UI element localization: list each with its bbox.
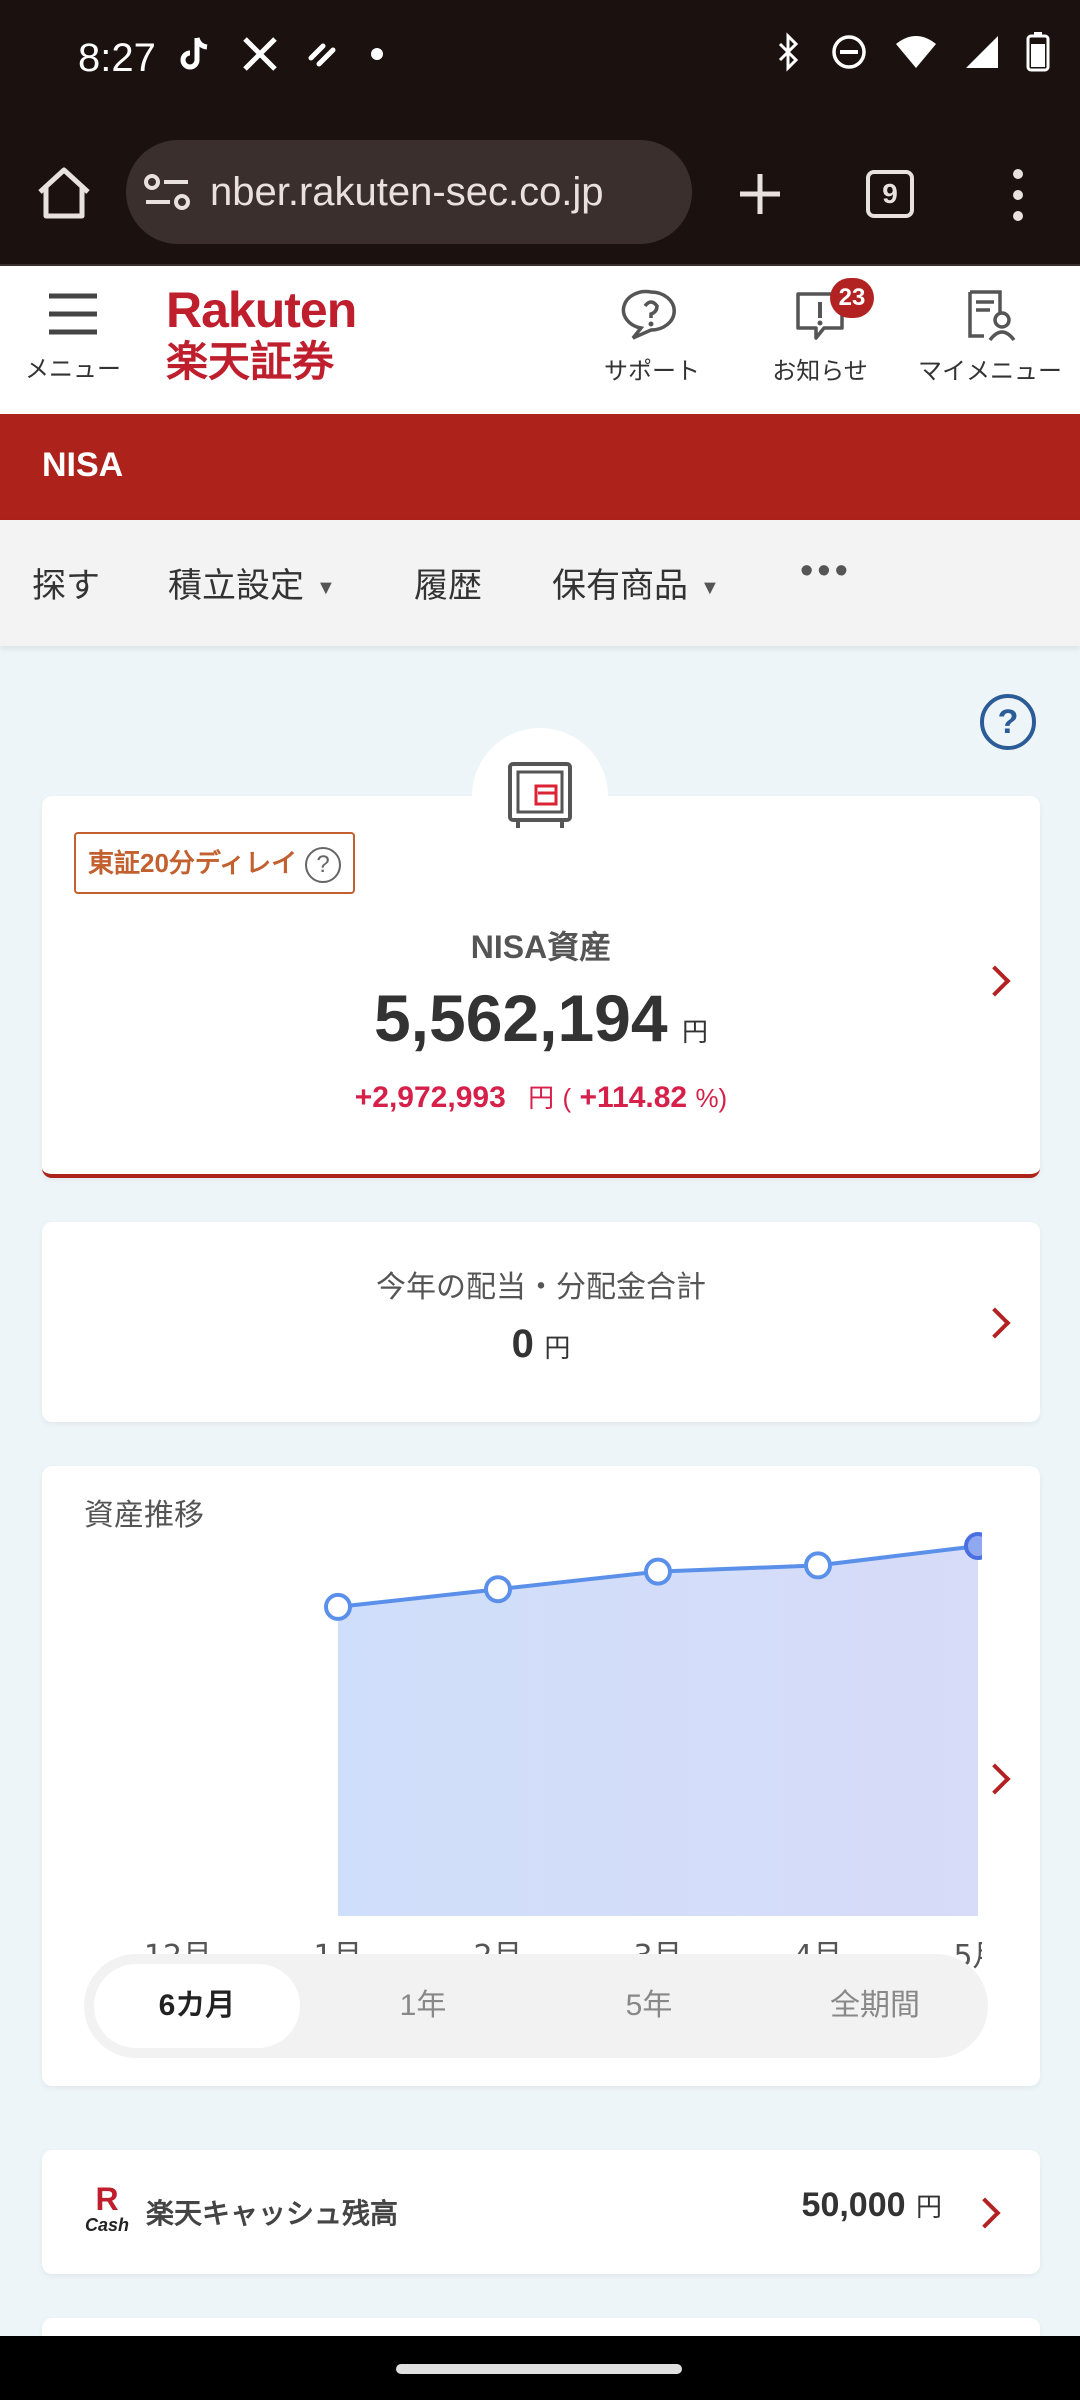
dividend-amount-row: 0 円	[42, 1322, 1040, 1367]
url-bar[interactable]: nber.rakuten-sec.co.jp	[126, 140, 692, 244]
logo-rakuten: Rakuten	[166, 282, 357, 338]
nav-item-search[interactable]: 探す	[32, 558, 100, 607]
nav-item-holdings[interactable]: 保有商品 ▼	[552, 558, 720, 607]
cash-unit: 円	[915, 2192, 942, 2222]
nav-item-history[interactable]: 履歴	[414, 558, 482, 607]
mymenu-label: マイメニュー	[918, 358, 1062, 385]
status-time: 8:27	[78, 36, 156, 80]
dividend-unit: 円	[544, 1333, 571, 1363]
chevron-right-icon[interactable]	[969, 2197, 1001, 2229]
section-title-bar: NISA	[0, 414, 1080, 520]
chart-point[interactable]	[324, 1592, 352, 1621]
nav-item-auto-invest[interactable]: 積立設定 ▼	[168, 558, 336, 607]
logo-securities: 楽天証券	[166, 337, 335, 386]
hamburger-icon	[49, 293, 97, 335]
dividend-card[interactable]: 今年の配当・分配金合計 0 円	[42, 1222, 1040, 1422]
nav-item-label: 探す	[32, 567, 100, 605]
chart-point[interactable]	[644, 1557, 672, 1586]
help-icon[interactable]: ?	[980, 694, 1036, 750]
chart-area	[338, 1546, 978, 1916]
cash-amount: 50,000	[801, 2186, 906, 2224]
chart-point[interactable]	[804, 1551, 832, 1580]
safe-icon-badge	[472, 728, 608, 864]
asset-trend-chart[interactable]: 12月1月2月3月4月5月	[42, 1526, 982, 1986]
caret-down-icon: ▼	[316, 576, 336, 599]
tab-1-year[interactable]: 1年	[320, 1964, 526, 2048]
more-options-icon[interactable]	[1004, 166, 1032, 224]
nav-item-label: 積立設定	[168, 567, 304, 605]
url-text: nber.rakuten-sec.co.jp	[210, 170, 604, 214]
bluetooth-icon	[778, 32, 799, 72]
wifi-icon	[896, 36, 936, 68]
cash-logo-r: R	[95, 2181, 119, 2217]
status-bar: 8:27	[0, 0, 1080, 120]
tab-all-period[interactable]: 全期間	[772, 1964, 978, 2048]
app-icon	[308, 43, 336, 67]
cash-amount-row: 50,000 円	[802, 2186, 942, 2225]
support-button[interactable]: サポート	[592, 288, 712, 386]
rakuten-cash-card[interactable]: R Cash 楽天キャッシュ残高 50,000 円	[42, 2150, 1040, 2274]
mymenu-icon	[968, 290, 1016, 342]
support-icon	[621, 289, 676, 340]
battery-icon	[1026, 32, 1050, 72]
cash-title: 楽天キャッシュ残高	[146, 2197, 399, 2230]
tiktok-icon	[180, 37, 208, 70]
nav-item-label: 保有商品	[552, 567, 688, 605]
tab-5-years[interactable]: 5年	[546, 1964, 752, 2048]
asset-title: NISA資産	[470, 929, 612, 965]
sub-navigation: 探す 積立設定 ▼ 履歴 保有商品 ▼ •••	[0, 520, 1080, 646]
signal-icon	[966, 36, 998, 68]
asset-change-paren: (	[562, 1083, 572, 1113]
browser-toolbar: nber.rakuten-sec.co.jp 9	[0, 120, 1080, 266]
notice-badge: 23	[830, 278, 874, 318]
system-nav-bar	[0, 2336, 1080, 2400]
menu-button[interactable]: メニュー	[18, 292, 128, 384]
asset-pct-unit: %)	[695, 1083, 728, 1113]
dot-icon	[371, 48, 383, 60]
delay-label: 東証20分ディレイ	[88, 848, 298, 878]
question-icon[interactable]: ?	[305, 847, 342, 884]
site-settings-icon[interactable]	[144, 174, 192, 212]
home-gesture-bar[interactable]	[396, 2364, 682, 2374]
tab-6-months[interactable]: 6カ月	[94, 1964, 300, 2048]
cash-logo-text: Cash	[84, 2215, 129, 2235]
nav-more-button[interactable]: •••	[800, 550, 852, 593]
rakuten-cash-logo: R Cash	[82, 2181, 132, 2236]
delay-tag: 東証20分ディレイ?	[74, 832, 356, 894]
asset-change-row: +2,972,993 円 ( +114.82 %)	[42, 1078, 1040, 1115]
dividend-amount: 0	[511, 1322, 534, 1366]
asset-trend-card: 資産推移 12月1月2月3月4月5月 6カ月 1年 5年 全期間	[42, 1466, 1040, 2086]
safe-icon	[508, 762, 572, 828]
caret-down-icon: ▼	[700, 576, 720, 599]
asset-amount-row: 5,562,194 円	[42, 980, 1040, 1056]
period-tabs: 6カ月 1年 5年 全期間	[84, 1954, 988, 2058]
asset-unit: 円	[682, 1017, 709, 1047]
section-title: NISA	[42, 446, 124, 484]
new-tab-icon[interactable]	[736, 170, 784, 218]
x-icon	[243, 37, 277, 71]
tab-switcher-button[interactable]: 9	[866, 170, 914, 218]
site-header: メニュー Rakuten 楽天証券 サポート お知らせ 23 マイメニュー	[0, 266, 1080, 414]
dividend-title: 今年の配当・分配金合計	[376, 1270, 706, 1305]
asset-change: +2,972,993	[354, 1081, 506, 1114]
asset-change-pct: +114.82	[579, 1081, 688, 1114]
chevron-right-icon[interactable]	[979, 1763, 1011, 1795]
notice-label: お知らせ	[772, 358, 868, 385]
nav-item-label: 履歴	[414, 567, 482, 605]
mymenu-button[interactable]: マイメニュー	[910, 288, 1070, 386]
menu-label: メニュー	[25, 356, 121, 383]
support-label: サポート	[604, 358, 700, 385]
home-icon[interactable]	[34, 164, 94, 222]
rakuten-logo[interactable]: Rakuten 楽天証券	[166, 282, 357, 388]
asset-change-unit: 円	[528, 1083, 555, 1113]
chart-point[interactable]	[484, 1575, 512, 1604]
dnd-icon	[832, 35, 866, 69]
asset-amount: 5,562,194	[373, 981, 668, 1055]
chart-point[interactable]	[964, 1532, 982, 1560]
